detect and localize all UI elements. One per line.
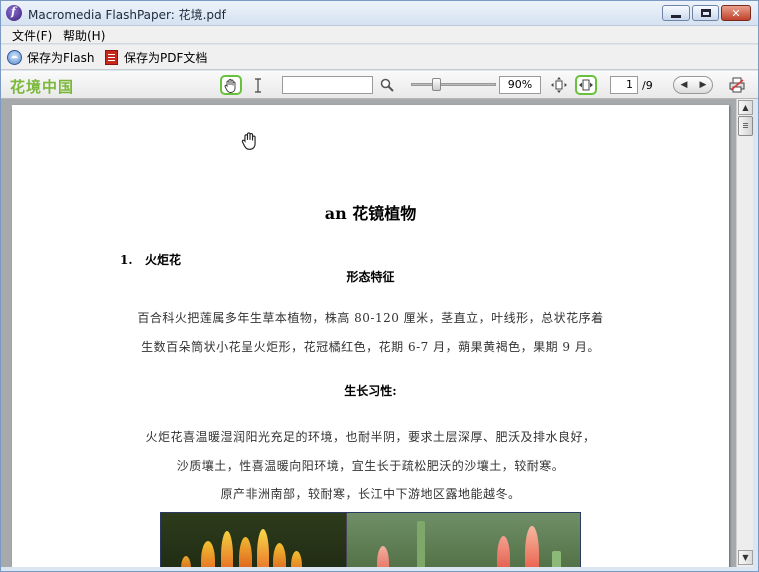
page-nav-group: ◀ ▶ bbox=[673, 76, 713, 94]
save-as-flash-button[interactable]: 保存为Flash bbox=[7, 48, 94, 66]
next-page-button[interactable]: ▶ bbox=[694, 77, 712, 93]
search-icon bbox=[380, 78, 394, 92]
zoom-slider-track[interactable] bbox=[411, 83, 496, 86]
close-icon: ✕ bbox=[731, 6, 741, 20]
next-page-icon: ▶ bbox=[699, 80, 707, 90]
page-total: /9 bbox=[642, 79, 653, 92]
flash-icon bbox=[7, 49, 22, 65]
maximize-icon bbox=[700, 9, 711, 17]
hand-tool-icon bbox=[224, 78, 236, 93]
scrollbar-thumb[interactable] bbox=[738, 116, 753, 136]
title-bar: Macromedia FlashPaper: 花境.pdf ✕ bbox=[1, 1, 758, 26]
flashpaper-app-icon bbox=[6, 5, 22, 21]
text-select-button[interactable] bbox=[247, 75, 269, 95]
search-button[interactable] bbox=[376, 75, 398, 95]
fit-width-icon bbox=[579, 79, 593, 91]
maximize-button[interactable] bbox=[692, 5, 719, 21]
save-toolbar: 保存为Flash 保存为PDF文档 bbox=[1, 45, 758, 70]
scroll-down-icon: ▼ bbox=[742, 553, 749, 562]
save-as-pdf-button[interactable]: 保存为PDF文档 bbox=[105, 48, 207, 66]
zoom-slider-handle[interactable] bbox=[432, 78, 441, 91]
paragraph-line: 百合科火把莲属多年生草本植物，株高 80-120 厘米，茎直立，叶线形，总状花序… bbox=[137, 311, 604, 325]
menu-help[interactable]: 帮助(H) bbox=[63, 27, 105, 44]
zoom-level-field[interactable]: 90% bbox=[499, 76, 541, 94]
app-window: Macromedia FlashPaper: 花境.pdf ✕ 文件(F) 帮助… bbox=[0, 0, 759, 572]
close-button[interactable]: ✕ bbox=[721, 5, 751, 21]
fit-width-button[interactable] bbox=[575, 75, 597, 95]
section-heading: 1. 火炬花 bbox=[120, 253, 182, 267]
pdf-icon bbox=[105, 49, 118, 65]
brand-logo: 花境中国 bbox=[10, 78, 75, 96]
paragraph-line: 火炬花喜温暖湿润阳光充足的环境，也耐半阴，要求土层深厚、肥沃及排水良好， bbox=[145, 430, 596, 444]
paragraph-line: 沙质壤土，性喜温暖向阳环境，宜生长于疏松肥沃的沙壤土，较耐寒。 bbox=[176, 459, 565, 473]
search-input[interactable] bbox=[282, 76, 373, 94]
scroll-up-icon: ▲ bbox=[742, 103, 749, 112]
save-as-flash-label: 保存为Flash bbox=[27, 50, 95, 65]
fit-page-icon bbox=[551, 77, 567, 93]
paragraph-line: 生数百朵筒状小花呈火炬形，花冠橘红色，花期 6-7 月，蒴果黄褐色，果期 9 月… bbox=[141, 340, 600, 354]
scroll-down-button[interactable]: ▼ bbox=[738, 550, 753, 565]
fit-page-button[interactable] bbox=[548, 75, 570, 95]
document-title: an 花镜植物 bbox=[324, 204, 417, 223]
print-button[interactable] bbox=[726, 75, 748, 95]
hand-cursor-icon bbox=[241, 132, 256, 150]
menu-file[interactable]: 文件(F) bbox=[12, 27, 52, 44]
flower-photo bbox=[160, 512, 581, 567]
flower-photo-left bbox=[161, 513, 347, 567]
document-page: an 花镜植物 1. 火炬花 形态特征 百合科火把莲属多年生草本植物，株高 80… bbox=[12, 105, 729, 567]
prev-page-button[interactable]: ◀ bbox=[675, 77, 693, 93]
document-viewport[interactable]: an 花镜植物 1. 火炬花 形态特征 百合科火把莲属多年生草本植物，株高 80… bbox=[1, 99, 736, 567]
vertical-scrollbar[interactable]: ▲ ▼ bbox=[736, 99, 753, 567]
subheading-habits: 生长习性: bbox=[344, 384, 397, 398]
window-title: Macromedia FlashPaper: 花境.pdf bbox=[28, 8, 226, 22]
text-select-icon bbox=[255, 77, 261, 93]
save-as-pdf-label: 保存为PDF文档 bbox=[124, 50, 208, 65]
viewer-toolbar: 花境中国 90% 1 /9 ◀ ▶ bbox=[1, 71, 758, 99]
minimize-button[interactable] bbox=[662, 5, 690, 21]
paragraph-line: 原产非洲南部，较耐寒，长江中下游地区露地能越冬。 bbox=[220, 487, 521, 501]
prev-page-icon: ◀ bbox=[680, 80, 688, 90]
hand-tool-button[interactable] bbox=[220, 75, 242, 95]
print-icon bbox=[729, 77, 745, 93]
flower-photo-right bbox=[347, 513, 580, 567]
minimize-icon bbox=[671, 14, 681, 18]
subheading-morphology: 形态特征 bbox=[346, 270, 395, 284]
scroll-up-button[interactable]: ▲ bbox=[738, 100, 753, 115]
menu-bar: 文件(F) 帮助(H) bbox=[1, 26, 758, 44]
page-number-field[interactable]: 1 bbox=[610, 76, 638, 94]
